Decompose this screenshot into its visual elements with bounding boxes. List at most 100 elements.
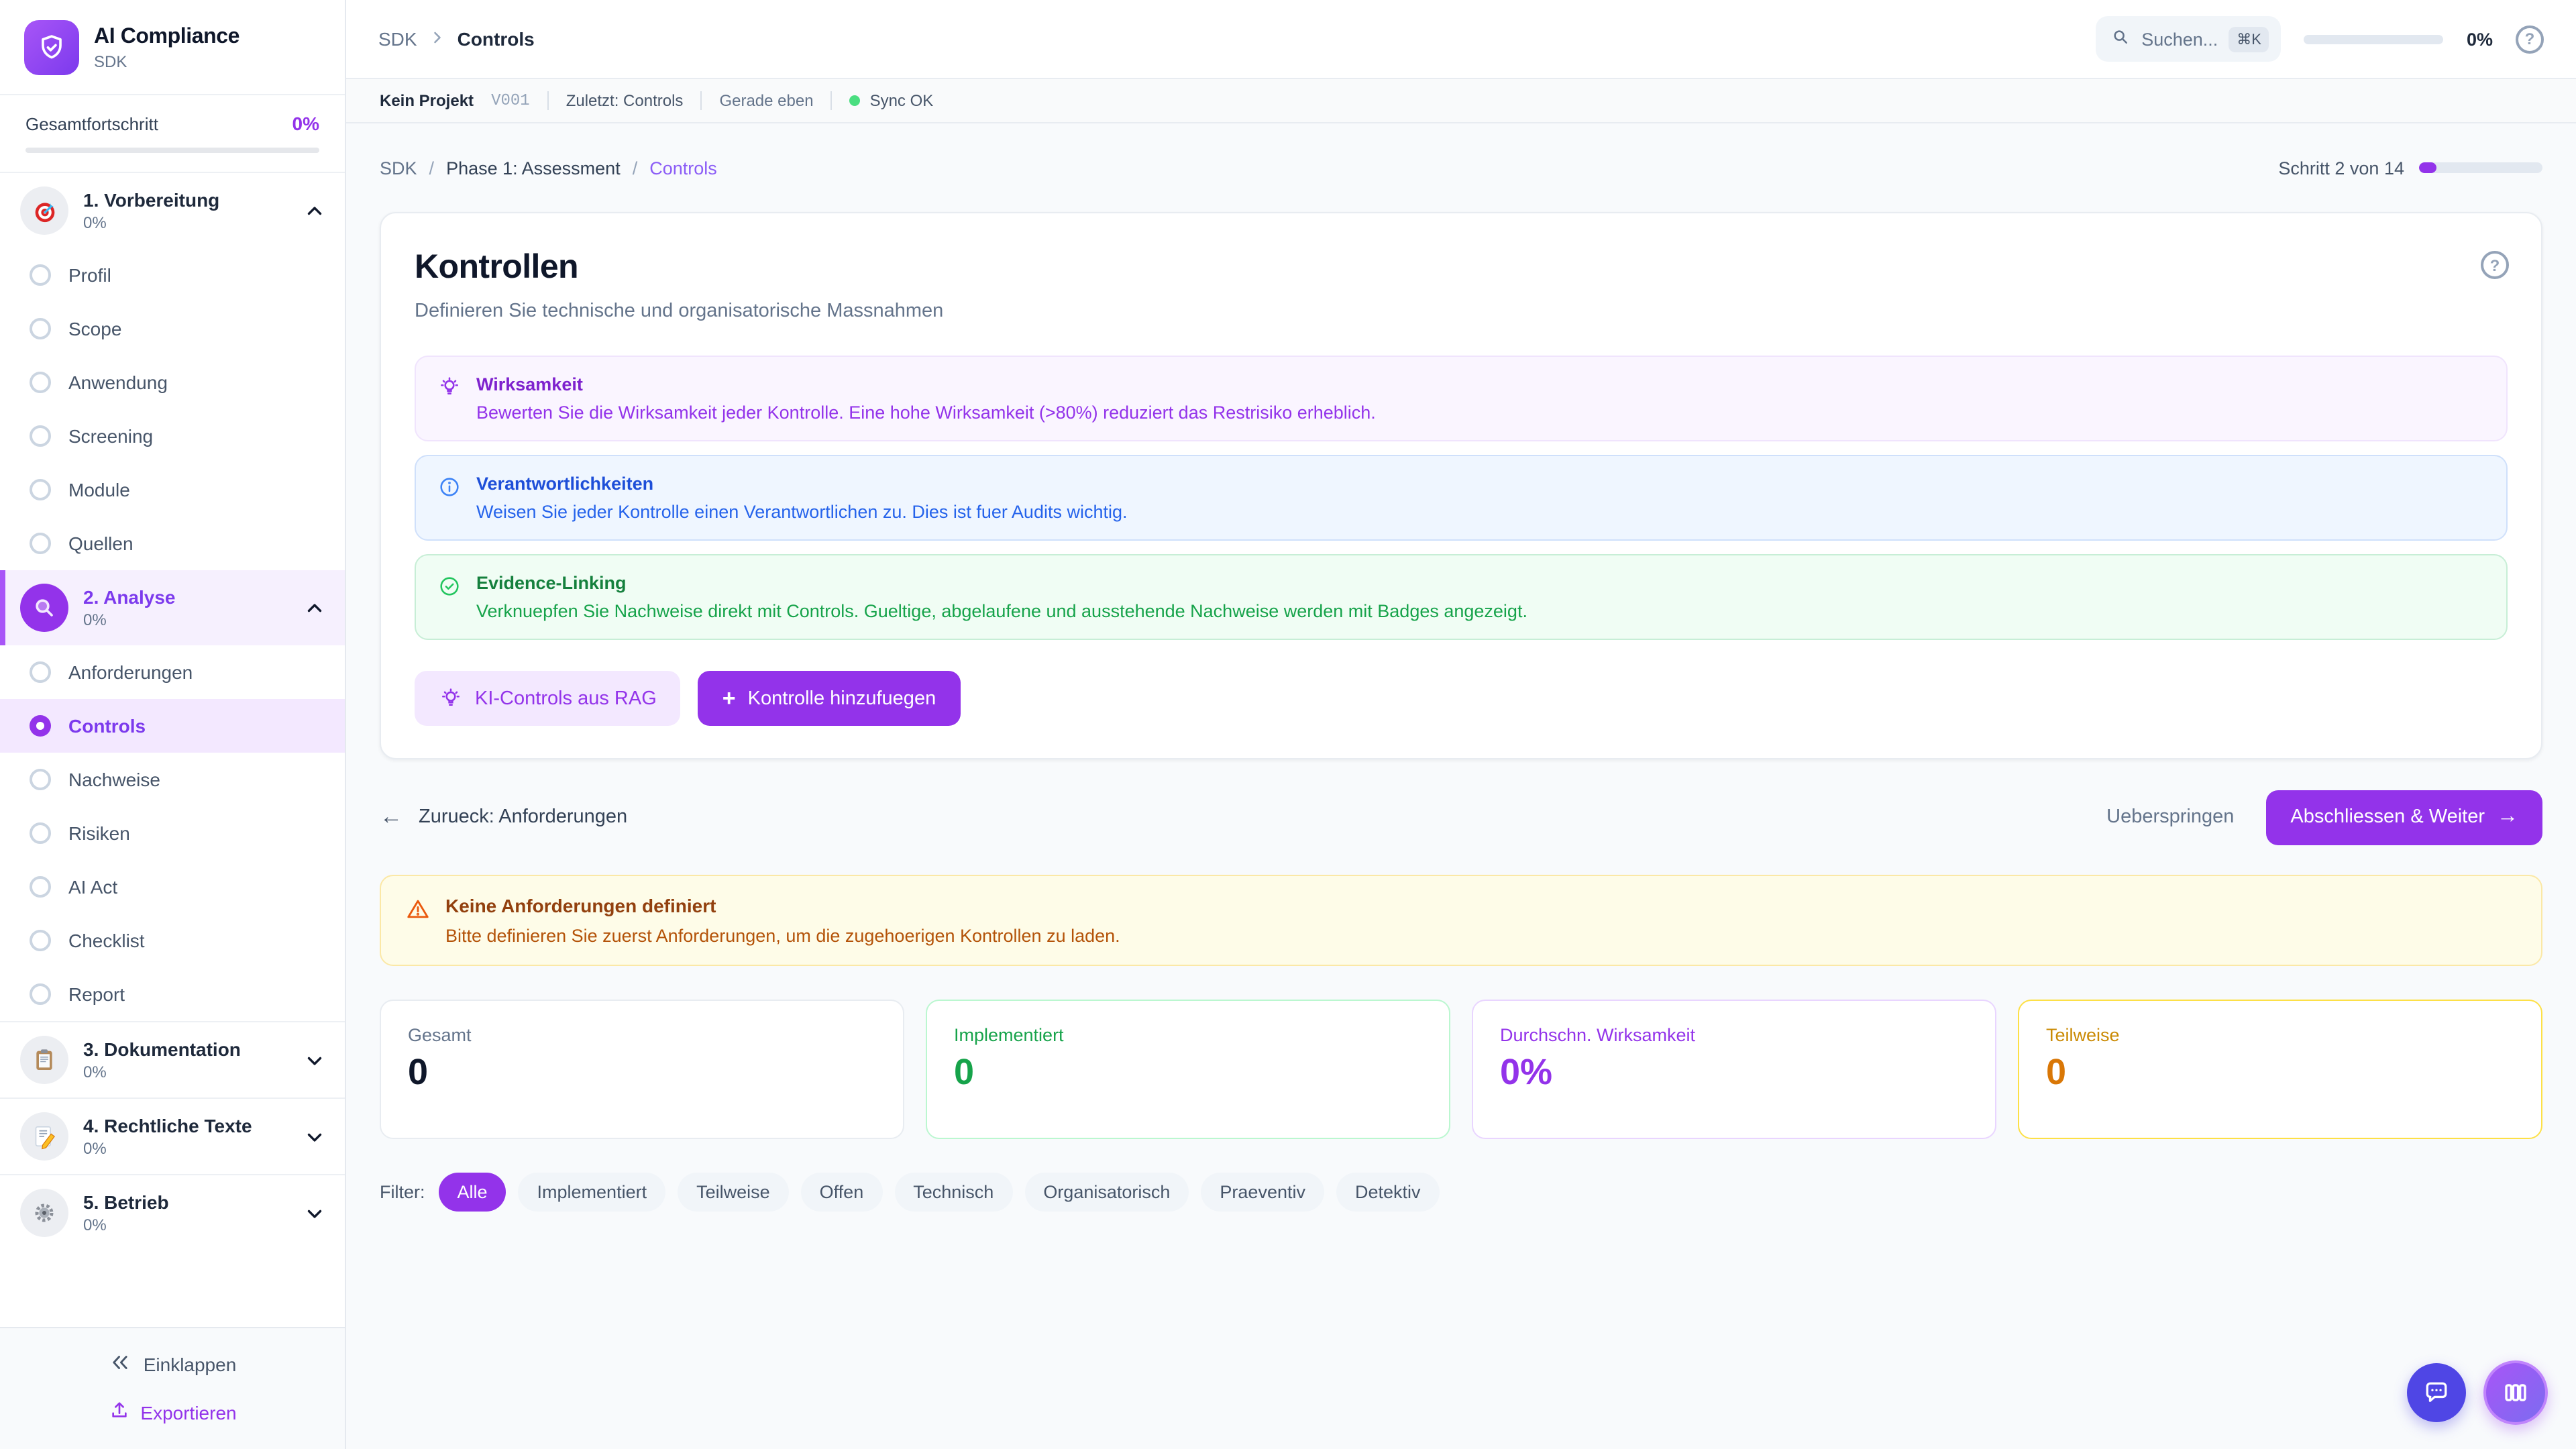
sidebar-section-5-betrieb[interactable]: 5. Betrieb0% — [0, 1174, 345, 1250]
warning-title: Keine Anforderungen definiert — [445, 895, 1120, 916]
sidebar-header: AI Compliance SDK — [0, 0, 345, 95]
breadcrumb-current: Controls — [458, 28, 535, 50]
search-icon — [2110, 27, 2131, 51]
app-window: AI Compliance SDK Gesamtfortschritt 0% 1… — [0, 0, 2576, 1449]
divider — [700, 91, 702, 110]
stat-value: 0 — [408, 1052, 876, 1093]
filter-label: Filter: — [380, 1182, 425, 1202]
finish-next-button[interactable]: Abschliessen & Weiter — [2266, 790, 2542, 845]
target-icon — [20, 186, 68, 235]
stat-label: Teilweise — [2046, 1025, 2514, 1045]
filter-pill-organisatorisch[interactable]: Organisatorisch — [1024, 1173, 1189, 1212]
collapse-sidebar-button[interactable]: Einklappen — [109, 1351, 237, 1378]
radio-icon — [30, 264, 51, 286]
filter-pill-implementiert[interactable]: Implementiert — [519, 1173, 666, 1212]
search-input[interactable]: Suchen... ⌘K — [2096, 16, 2282, 62]
filter-pill-detektiv[interactable]: Detektiv — [1336, 1173, 1440, 1212]
info-box-wirksamkeit: WirksamkeitBewerten Sie die Wirksamkeit … — [415, 356, 2508, 441]
filter-pill-teilweise[interactable]: Teilweise — [678, 1173, 789, 1212]
sidebar-section-4-rechtliche-texte[interactable]: 4. Rechtliche Texte 0% — [0, 1097, 345, 1174]
filter-pill-praeventiv[interactable]: Praeventiv — [1201, 1173, 1324, 1212]
last-sync-time: Gerade eben — [719, 91, 813, 110]
help-icon[interactable] — [2516, 25, 2544, 53]
sidebar-item-quellen[interactable]: Quellen — [0, 517, 345, 570]
info-icon — [437, 475, 462, 522]
section-text: 4. Rechtliche Texte 0% — [83, 1115, 288, 1158]
arrow-right-icon — [2497, 805, 2518, 829]
sidebar-item-ai-act[interactable]: AI Act — [0, 860, 345, 914]
back-link[interactable]: Zurueck: Anforderungen — [380, 804, 627, 830]
section-label: 1. Vorbereitung — [83, 189, 288, 211]
section-items: AnforderungenControls Nachweise RisikenAI … — [0, 645, 345, 1021]
sidebar-item-risiken[interactable]: Risiken — [0, 806, 345, 860]
breadcrumb-root[interactable]: SDK — [378, 28, 417, 50]
sidebar-item-report[interactable]: Report — [0, 967, 345, 1021]
sidebar-item-label: Checklist — [68, 930, 145, 951]
board-view-button[interactable] — [2483, 1360, 2548, 1425]
add-control-button[interactable]: Kontrolle hinzufuegen — [698, 671, 960, 726]
filter-pill-offen[interactable]: Offen — [801, 1173, 883, 1212]
sidebar-item-scope[interactable]: Scope — [0, 302, 345, 356]
sidebar-item-controls[interactable]: Controls — [0, 699, 345, 753]
warning-text: Bitte definieren Sie zuerst Anforderunge… — [445, 926, 1120, 946]
check-circle-icon — [437, 574, 462, 621]
chevron-down-icon — [303, 1201, 326, 1224]
sidebar-item-anwendung[interactable]: Anwendung — [0, 356, 345, 409]
sync-status-label: Sync OK — [870, 91, 934, 110]
path-current: Controls — [649, 158, 717, 178]
search-shortcut-badge: ⌘K — [2229, 26, 2269, 52]
export-label: Exportieren — [140, 1401, 236, 1423]
plus-icon — [722, 685, 736, 712]
sidebar-item-screening[interactable]: Screening — [0, 409, 345, 463]
section-label: 4. Rechtliche Texte — [83, 1115, 288, 1136]
info-box-body: VerantwortlichkeitenWeisen Sie jeder Kon… — [476, 474, 1128, 522]
card-actions: KI-Controls aus RAG Kontrolle hinzufuege… — [415, 671, 2508, 726]
page-title: Kontrollen — [415, 248, 2508, 287]
memo-icon — [20, 1112, 68, 1161]
path-phase[interactable]: Phase 1: Assessment — [446, 158, 621, 178]
stat-value: 0 — [954, 1052, 1422, 1093]
app-title: AI Compliance — [94, 25, 239, 49]
chat-button[interactable] — [2407, 1363, 2466, 1422]
card-help-icon[interactable] — [2481, 251, 2509, 279]
lightbulb-icon — [439, 686, 463, 710]
sidebar-item-label: Screening — [68, 425, 153, 447]
filter-row: Filter: Alle Implementiert Teilweise Offen T… — [380, 1173, 2542, 1212]
section-percent: 0% — [83, 1139, 288, 1158]
sidebar-item-module[interactable]: Module — [0, 463, 345, 517]
sidebar-item-checklist[interactable]: Checklist — [0, 914, 345, 967]
sidebar-item-label: Scope — [68, 318, 121, 339]
filter-pill-technisch[interactable]: Technisch — [894, 1173, 1012, 1212]
overall-progress-label: Gesamtfortschritt — [25, 113, 158, 133]
sidebar-item-label: Nachweise — [68, 769, 160, 790]
sidebar-item-nachweise[interactable]: Nachweise — [0, 753, 345, 806]
radio-icon — [30, 822, 51, 844]
export-button[interactable]: Exportieren — [0, 1399, 345, 1425]
sidebar-item-profil[interactable]: Profil — [0, 248, 345, 302]
sidebar-section-1-vorbereitung[interactable]: 1. Vorbereitung0% — [0, 173, 345, 248]
info-box-text: Bewerten Sie die Wirksamkeit jeder Kontr… — [476, 402, 1376, 423]
main-area: SDK Controls Suchen... ⌘K 0% Kein Projek… — [346, 0, 2576, 1449]
version-badge: V001 — [491, 91, 530, 110]
sync-ok-dot-icon — [850, 95, 861, 106]
sidebar-section-2-analyse[interactable]: 2. Analyse0% — [0, 570, 345, 645]
chevron-up-icon — [303, 199, 326, 222]
sidebar-item-anforderungen[interactable]: Anforderungen — [0, 645, 345, 699]
path-root[interactable]: SDK — [380, 158, 417, 178]
arrow-left-icon — [380, 804, 402, 830]
ai-controls-button[interactable]: KI-Controls aus RAG — [415, 671, 681, 726]
next-label: Abschliessen & Weiter — [2290, 806, 2485, 828]
sidebar-item-label: Module — [68, 479, 130, 500]
stat-card-gesamt: Gesamt0 — [380, 1000, 904, 1139]
skip-button[interactable]: Ueberspringen — [2106, 806, 2234, 828]
section-label: 2. Analyse — [83, 586, 288, 608]
radio-checked-icon — [30, 715, 51, 737]
sidebar-item-label: Profil — [68, 264, 111, 286]
warning-banner: Keine Anforderungen definiert Bitte defi… — [380, 875, 2542, 966]
sidebar-section-3-dokumentation[interactable]: 3. Dokumentation0% — [0, 1021, 345, 1097]
topbar-progress-value: 0% — [2467, 29, 2493, 49]
filter-pill-alle[interactable]: Alle — [439, 1173, 506, 1212]
sidebar-item-label: Report — [68, 983, 125, 1005]
radio-icon — [30, 318, 51, 339]
overall-progress-value: 0% — [292, 113, 319, 134]
